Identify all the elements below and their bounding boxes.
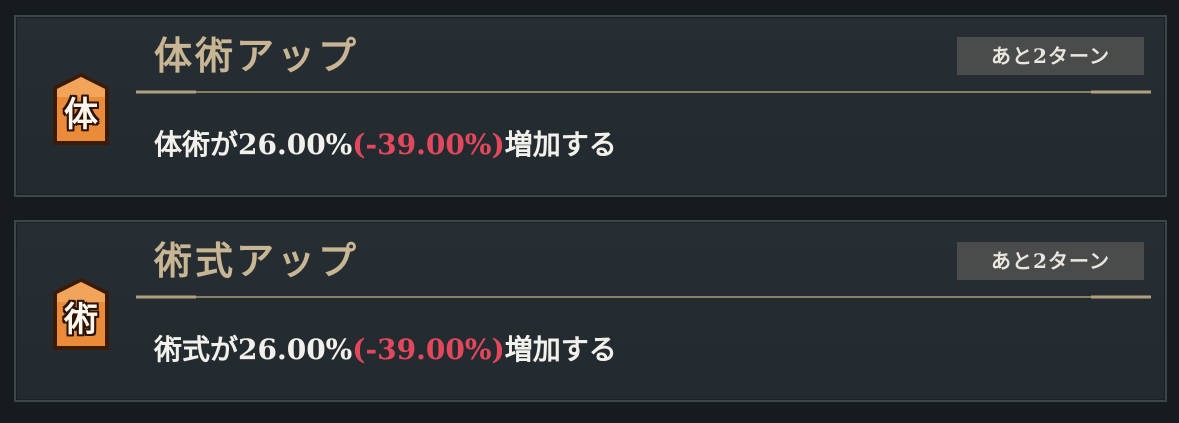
badge-glyph: 体 <box>64 95 98 135</box>
divider <box>136 294 1151 300</box>
jutsushiki-badge-icon: 術 <box>50 276 112 352</box>
buff-title: 体術アップ <box>154 33 360 78</box>
buff-card-taijutsu-up[interactable]: 体 体術アップ あと2ターン 体術が26.00%(-39.00%)増加する <box>14 15 1167 197</box>
buff-description: 術式が26.00%(-39.00%)増加する <box>154 330 617 370</box>
description-main: 術式が26.00% <box>154 333 353 366</box>
divider <box>136 89 1151 95</box>
penalty-value: (-39.00%) <box>352 333 505 366</box>
badge-glyph: 術 <box>64 300 98 340</box>
description-suffix: 増加する <box>504 333 617 366</box>
buff-list: 体 体術アップ あと2ターン 体術が26.00%(-39.00%)増加する 術 … <box>0 0 1179 423</box>
taijutsu-badge-icon: 体 <box>50 71 112 147</box>
buff-title: 術式アップ <box>154 238 360 283</box>
buff-card-jutsushiki-up[interactable]: 術 術式アップ あと2ターン 術式が26.00%(-39.00%)増加する <box>14 220 1167 402</box>
duration-label: あと2ターン <box>957 242 1144 280</box>
duration-label: あと2ターン <box>957 37 1144 75</box>
penalty-value: (-39.00%) <box>352 128 505 161</box>
buff-description: 体術が26.00%(-39.00%)増加する <box>154 125 617 165</box>
description-suffix: 増加する <box>504 128 617 161</box>
description-main: 体術が26.00% <box>154 128 353 161</box>
